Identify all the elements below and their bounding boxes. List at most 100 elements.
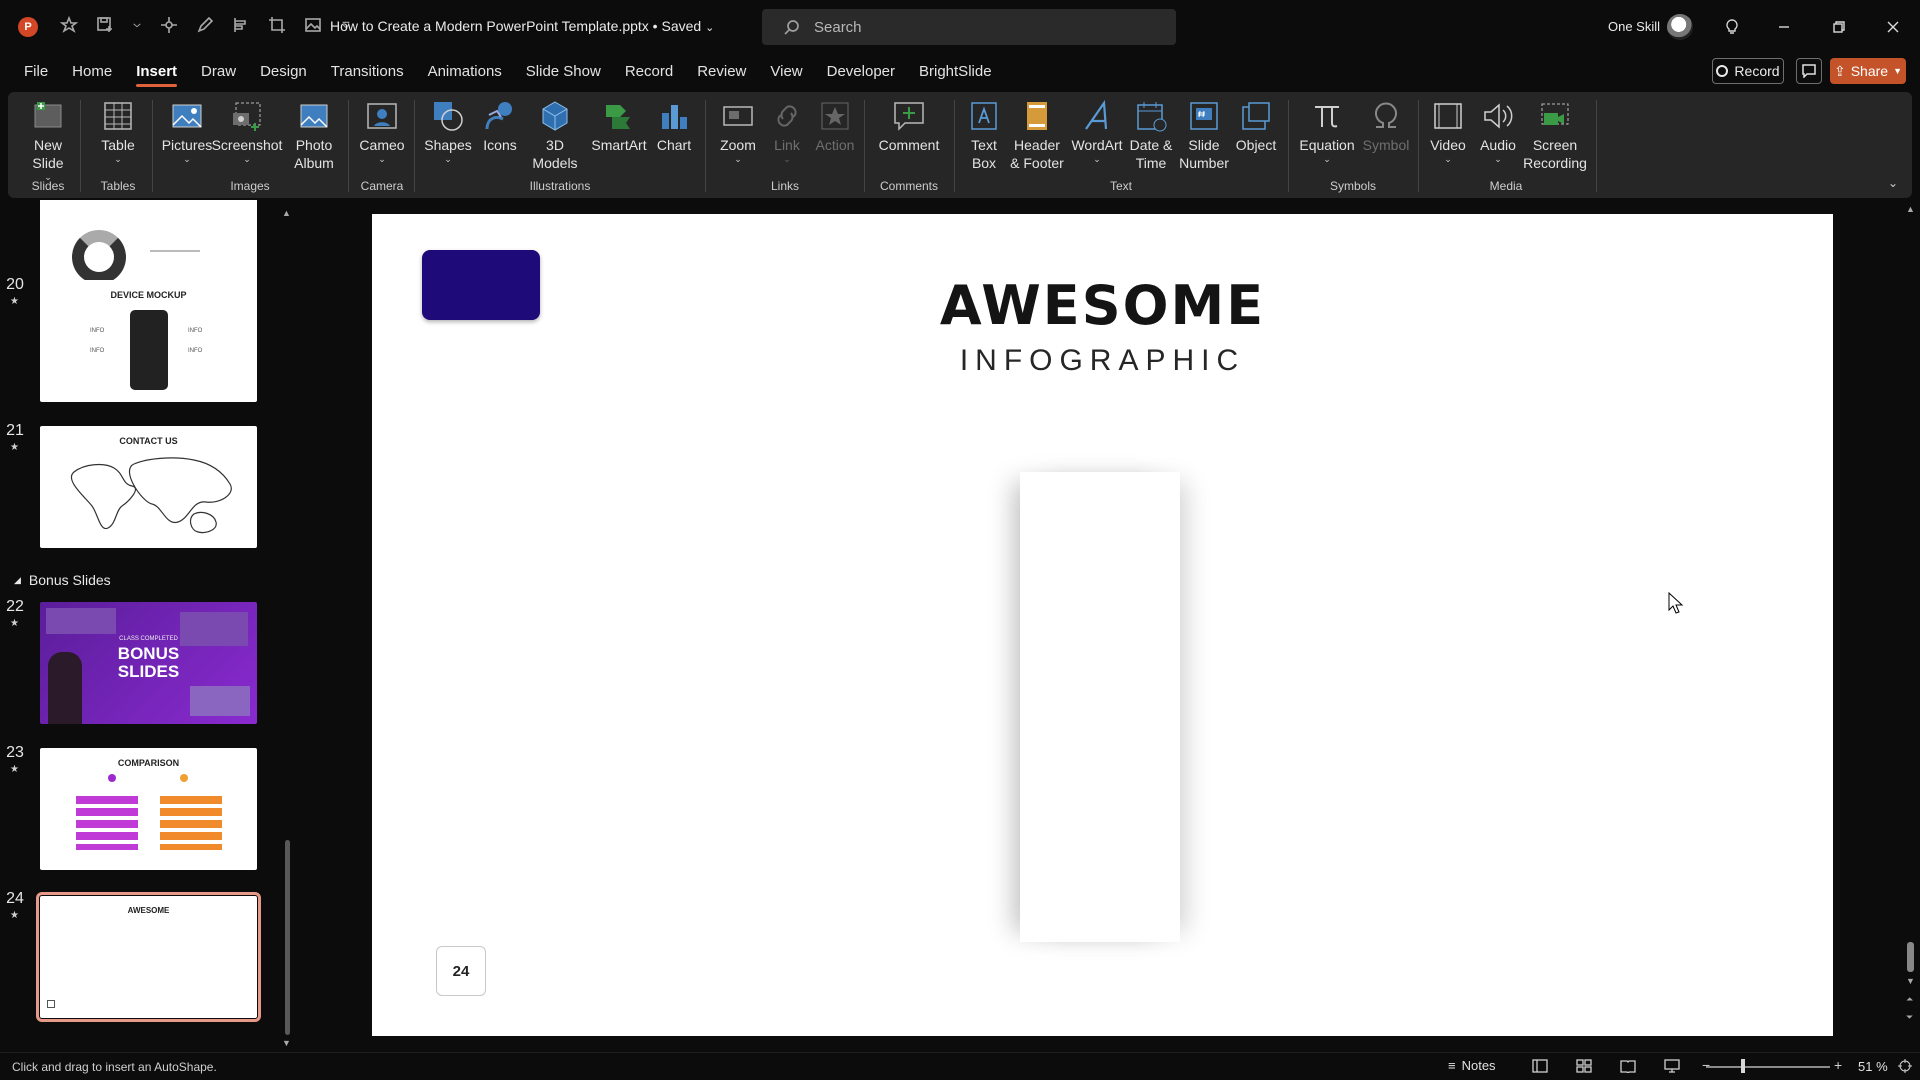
- date-time-button[interactable]: Date & Time: [1122, 96, 1180, 172]
- share-button[interactable]: ⇪ Share ▼: [1830, 58, 1906, 84]
- shapes-button[interactable]: Shapes ⌄: [420, 96, 476, 164]
- comment-button[interactable]: Comment: [870, 96, 948, 154]
- restore-icon[interactable]: [1828, 16, 1850, 38]
- new-slide-icon: [34, 102, 62, 128]
- pictures-button[interactable]: Pictures ⌄: [156, 96, 218, 164]
- slide-number-button[interactable]: Slide Number: [1176, 96, 1232, 172]
- record-button[interactable]: Record: [1712, 58, 1784, 84]
- center-pillar-shape[interactable]: [1020, 472, 1180, 942]
- tab-insert[interactable]: Insert: [124, 54, 189, 90]
- chart-button[interactable]: Chart: [648, 96, 700, 154]
- slide-show-icon[interactable]: [1664, 1059, 1680, 1078]
- zoom-out-icon[interactable]: −: [1702, 1057, 1710, 1073]
- slide-number-20: 20: [6, 276, 24, 293]
- save-icon[interactable]: [96, 16, 114, 39]
- zoom-slider[interactable]: [1706, 1066, 1830, 1068]
- autosave-icon[interactable]: [59, 15, 79, 39]
- slide-thumbnail-21[interactable]: CONTACT US: [40, 426, 257, 548]
- slide-title[interactable]: AWESOME: [372, 274, 1833, 337]
- tab-animations[interactable]: Animations: [416, 54, 514, 90]
- header-footer-button[interactable]: Header & Footer: [1004, 96, 1070, 172]
- photo-album-button[interactable]: Photo Album: [284, 96, 344, 172]
- tab-transitions[interactable]: Transitions: [319, 54, 416, 90]
- next-slide-icon[interactable]: ⏷: [1906, 1012, 1913, 1023]
- previous-slide-icon[interactable]: ⏶: [1906, 994, 1913, 1005]
- close-icon[interactable]: [1882, 16, 1904, 38]
- wordart-icon: [1085, 99, 1108, 130]
- zoom-slider-handle[interactable]: [1741, 1059, 1745, 1073]
- slide-thumbnail-20[interactable]: DEVICE MOCKUP INFO INFO INFO INFO: [40, 280, 257, 402]
- slide-page-number[interactable]: 24: [436, 946, 486, 996]
- text-box-button[interactable]: Text Box: [958, 96, 1010, 172]
- collapse-ribbon-icon[interactable]: ⌄: [1888, 176, 1898, 190]
- search-box[interactable]: Search: [762, 9, 1176, 45]
- lightbulb-icon[interactable]: [1721, 16, 1743, 38]
- slide-thumbnail-24[interactable]: AWESOME: [36, 892, 261, 1022]
- align-icon[interactable]: [232, 16, 250, 39]
- equation-button[interactable]: Equation ⌄: [1292, 96, 1362, 164]
- normal-view-icon[interactable]: [1532, 1059, 1548, 1078]
- thumbnail-scroll-thumb[interactable]: [285, 840, 290, 1035]
- slide-subtitle[interactable]: INFOGRAPHIC: [372, 344, 1833, 378]
- slide-thumbnail-23[interactable]: COMPARISON: [40, 748, 257, 870]
- fit-to-window-icon[interactable]: [1898, 1059, 1912, 1078]
- tab-brightslide[interactable]: BrightSlide: [907, 54, 1004, 90]
- wordart-button[interactable]: WordArt ⌄: [1067, 96, 1127, 164]
- new-slide-button[interactable]: New Slide ⌄: [20, 96, 76, 182]
- status-message: Click and drag to insert an AutoShape.: [12, 1060, 217, 1074]
- zoom-level[interactable]: 51 %: [1858, 1059, 1888, 1074]
- picture-icon[interactable]: [304, 16, 322, 39]
- scroll-up-icon[interactable]: ▲: [1906, 204, 1915, 214]
- icons-button[interactable]: Icons: [472, 96, 528, 154]
- table-button[interactable]: Table ⌄: [88, 96, 148, 164]
- tab-file[interactable]: File: [12, 54, 60, 90]
- notes-button[interactable]: ≡ Notes: [1448, 1058, 1496, 1073]
- slide-thumbnail-22[interactable]: CLASS COMPLETED BONUS SLIDES: [40, 602, 257, 724]
- 3d-models-button[interactable]: 3D Models: [524, 96, 586, 172]
- audio-button[interactable]: Audio ⌄: [1472, 96, 1524, 164]
- canvas-scroll-thumb[interactable]: [1907, 942, 1914, 972]
- zoom-button[interactable]: Zoom ⌄: [710, 96, 766, 164]
- pen-icon[interactable]: [196, 16, 214, 39]
- scroll-down-icon[interactable]: ▼: [1906, 976, 1915, 986]
- action-button[interactable]: Action: [810, 96, 860, 154]
- thumbnail-title: DEVICE MOCKUP: [110, 290, 187, 300]
- tab-draw[interactable]: Draw: [189, 54, 248, 90]
- tab-developer[interactable]: Developer: [815, 54, 907, 90]
- dropdown-chevron-icon[interactable]: [132, 16, 142, 39]
- tab-view[interactable]: View: [758, 54, 814, 90]
- tab-record[interactable]: Record: [613, 54, 685, 90]
- reading-view-icon[interactable]: [1620, 1059, 1636, 1078]
- tab-home[interactable]: Home: [60, 54, 124, 90]
- current-slide[interactable]: AWESOME INFOGRAPHIC 24: [372, 214, 1833, 1036]
- scroll-down-icon[interactable]: ▼: [282, 1038, 291, 1048]
- slide-thumbnail-19[interactable]: [40, 200, 257, 292]
- avatar[interactable]: [1667, 14, 1693, 40]
- object-button[interactable]: Object: [1228, 96, 1284, 154]
- zoom-in-icon[interactable]: +: [1834, 1057, 1842, 1073]
- crop-icon[interactable]: [268, 16, 286, 39]
- screenshot-button[interactable]: Screenshot ⌄: [212, 96, 282, 164]
- tab-review[interactable]: Review: [685, 54, 758, 90]
- tab-design[interactable]: Design: [248, 54, 319, 90]
- move-icon[interactable]: [160, 16, 178, 39]
- screen-recording-button[interactable]: Screen Recording: [1520, 96, 1590, 172]
- video-button[interactable]: Video ⌄: [1422, 96, 1474, 164]
- thumbnail-title: CONTACT US: [119, 436, 178, 446]
- document-title[interactable]: How to Create a Modern PowerPoint Templa…: [330, 18, 714, 34]
- group-separator: [1288, 100, 1289, 192]
- info-label: INFO: [188, 348, 203, 354]
- thumbnail-title: COMPARISON: [117, 758, 180, 768]
- cameo-button[interactable]: Cameo ⌄: [354, 96, 410, 164]
- section-header-bonus[interactable]: ◢ Bonus Slides: [14, 572, 111, 588]
- smartart-button[interactable]: SmartArt: [584, 96, 654, 154]
- tab-slide-show[interactable]: Slide Show: [514, 54, 613, 90]
- comments-button[interactable]: [1796, 58, 1822, 84]
- slide-sorter-icon[interactable]: [1576, 1059, 1592, 1078]
- link-button[interactable]: Link ⌄: [762, 96, 812, 164]
- account-name[interactable]: One Skill: [1608, 19, 1660, 34]
- symbol-button[interactable]: Symbol: [1358, 96, 1414, 154]
- minimize-icon[interactable]: [1773, 16, 1795, 38]
- canvas-scrollbar[interactable]: ▲ ▼ ⏶ ⏷: [1906, 200, 1916, 1052]
- scroll-up-icon[interactable]: ▲: [282, 208, 291, 218]
